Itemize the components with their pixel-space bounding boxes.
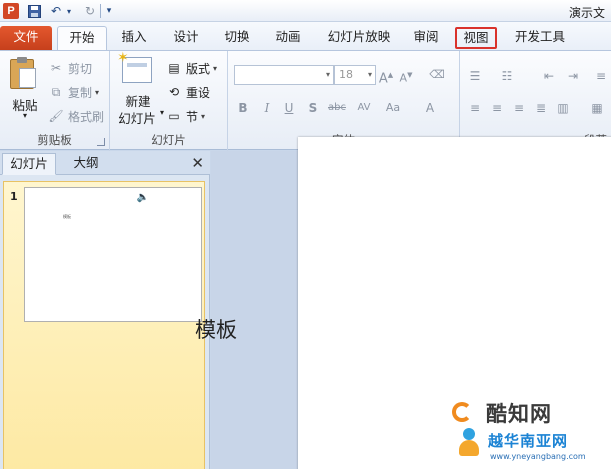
clipboard-group: 粘贴 ▾ ✂ 剪切 ⧉ 复制 ▾ 🖌 格式刷 剪贴板	[0, 51, 110, 151]
pane-tabs: 幻灯片 大纲 ✕	[0, 151, 210, 175]
powerpoint-logo-icon: P	[3, 3, 19, 19]
format-painter-button[interactable]: 🖌 格式刷	[48, 107, 104, 125]
thumbnail-text: 模板	[63, 214, 71, 219]
document-title: 演示文	[568, 6, 605, 20]
font-color-button[interactable]: A	[422, 99, 438, 117]
tab-insert[interactable]: 插入	[114, 26, 154, 50]
watermark-mascot-icon	[456, 428, 482, 458]
paste-button[interactable]	[6, 57, 40, 97]
watermark-url: www.yneyangbang.com	[490, 452, 586, 461]
new-slide-dropdown-icon[interactable]: ▾	[158, 108, 166, 117]
text-direction-icon[interactable]: ▦	[588, 99, 606, 117]
title-bar: P ↶ ▾ ↻ ▾ 演示文	[0, 0, 611, 22]
watermark-text: 酷知网	[486, 402, 552, 426]
copy-label: 复制	[68, 85, 93, 100]
cut-label: 剪切	[68, 61, 93, 76]
chevron-down-icon: ▾	[201, 111, 206, 121]
star-icon: ✶	[117, 50, 129, 66]
watermark-text-2: 越华南亚网	[488, 432, 569, 450]
dialog-launcher-icon[interactable]	[97, 138, 105, 146]
tab-slideshow[interactable]: 幻灯片放映	[320, 26, 398, 50]
underline-button[interactable]: U	[280, 99, 298, 117]
tab-outline[interactable]: 大纲	[62, 153, 110, 175]
paste-dropdown-icon[interactable]: ▾	[8, 111, 42, 120]
slide-title-text[interactable]: 模板	[195, 314, 237, 344]
bullets-icon[interactable]: ☰	[466, 67, 484, 85]
clipboard-group-label: 剪贴板	[37, 133, 72, 147]
tab-home[interactable]: 开始	[57, 26, 107, 50]
paste-icon	[10, 57, 36, 89]
customize-toolbar-icon[interactable]: ▾	[104, 3, 114, 19]
font-group: ▾ 18▾ A▲ A▼ ⌫ B I U S abc AV Aa A 字体	[228, 51, 460, 151]
tab-transitions[interactable]: 切换	[217, 26, 257, 50]
numbering-icon[interactable]: ☷	[498, 67, 516, 85]
new-slide-label-2[interactable]: 幻灯片	[114, 108, 160, 127]
slides-group-label: 幻灯片	[151, 133, 186, 147]
columns-icon[interactable]: ▥	[554, 99, 572, 117]
chevron-down-icon: ▾	[213, 63, 218, 73]
shadow-button[interactable]: S	[304, 99, 322, 117]
tab-file[interactable]: 文件	[0, 26, 52, 50]
tab-review[interactable]: 审阅	[406, 26, 446, 50]
chevron-down-icon: ▾	[367, 70, 372, 79]
speaker-icon: 🔈	[136, 192, 149, 203]
slide-thumbnail-item[interactable]: 1 🔈 模板	[3, 181, 205, 469]
watermark-logo-icon	[452, 400, 482, 426]
bold-button[interactable]: B	[234, 99, 252, 117]
align-center-icon[interactable]: ≡	[488, 99, 506, 117]
section-icon: ▭	[168, 109, 180, 123]
line-spacing-icon[interactable]: ≡	[592, 67, 610, 85]
chevron-down-icon: ▾	[95, 87, 100, 97]
shrink-font-icon[interactable]: A▼	[398, 66, 414, 85]
justify-icon[interactable]: ≣	[532, 99, 550, 117]
format-painter-label: 格式刷	[68, 109, 105, 124]
layout-label: 版式	[186, 61, 211, 76]
undo-icon[interactable]: ↶	[48, 3, 64, 19]
ribbon-tab-row: 文件 开始 插入 设计 切换 动画 幻灯片放映 审阅 视图 开发工具	[0, 22, 611, 50]
strikethrough-button[interactable]: abc	[326, 99, 348, 117]
character-spacing-button[interactable]: AV	[354, 99, 374, 117]
undo-dropdown-icon[interactable]: ▾	[64, 3, 74, 19]
new-slide-icon[interactable]: ✶	[117, 50, 152, 83]
separator	[100, 4, 101, 18]
tab-developer[interactable]: 开发工具	[508, 26, 572, 50]
layout-icon: ▤	[168, 61, 180, 75]
reset-button[interactable]: ⟲ 重设	[166, 83, 210, 101]
increase-indent-icon[interactable]: ⇥	[564, 67, 582, 85]
copy-button[interactable]: ⧉ 复制 ▾	[48, 83, 99, 101]
close-icon[interactable]: ✕	[191, 154, 204, 172]
font-size-box[interactable]: 18 ▾	[334, 65, 376, 85]
change-case-button[interactable]: Aa	[382, 99, 404, 117]
decrease-indent-icon[interactable]: ⇤	[540, 67, 558, 85]
reset-icon: ⟲	[168, 85, 180, 99]
layout-button[interactable]: ▤ 版式 ▾	[166, 59, 217, 77]
reset-label: 重设	[186, 85, 211, 100]
font-name-box[interactable]: ▾	[234, 65, 334, 85]
align-right-icon[interactable]: ≡	[510, 99, 528, 117]
slide-thumbnail[interactable]: 🔈 模板	[24, 187, 202, 322]
slides-group: ✶ 新建 幻灯片 ▾ ▤ 版式 ▾ ⟲ 重设 ▭ 节 ▾ 幻灯片	[110, 50, 228, 151]
tab-animations[interactable]: 动画	[268, 26, 308, 50]
chevron-down-icon: ▾	[325, 70, 330, 79]
italic-button[interactable]: I	[258, 99, 276, 117]
copy-icon: ⧉	[51, 85, 61, 99]
scissors-icon: ✂	[50, 61, 62, 75]
tab-view[interactable]: 视图	[455, 27, 497, 49]
font-size-value: 18	[339, 68, 353, 81]
align-left-icon[interactable]: ≡	[466, 99, 484, 117]
paragraph-group: ☰ ☷ ⇤ ⇥ ≡ ≡ ≡ ≡ ≣ ▥ ▦ 段落	[460, 51, 611, 151]
tab-design[interactable]: 设计	[166, 26, 206, 50]
section-button[interactable]: ▭ 节 ▾	[166, 107, 205, 125]
grow-font-icon[interactable]: A▲	[378, 66, 394, 86]
slides-pane: 幻灯片 大纲 ✕ 1 🔈 模板	[0, 151, 210, 469]
section-label: 节	[186, 109, 199, 124]
clear-formatting-icon[interactable]: ⌫	[428, 66, 446, 84]
redo-icon[interactable]: ↻	[82, 3, 98, 19]
brush-icon: 🖌	[48, 109, 64, 123]
slide-number: 1	[10, 190, 18, 203]
tab-slides[interactable]: 幻灯片	[2, 153, 56, 175]
ribbon: 粘贴 ▾ ✂ 剪切 ⧉ 复制 ▾ 🖌 格式刷 剪贴板 ✶ 新建 幻灯片 ▾ ▤ 版式 ▾ ⟲…	[0, 50, 611, 151]
cut-button[interactable]: ✂ 剪切	[48, 59, 92, 77]
save-icon[interactable]	[26, 3, 42, 19]
